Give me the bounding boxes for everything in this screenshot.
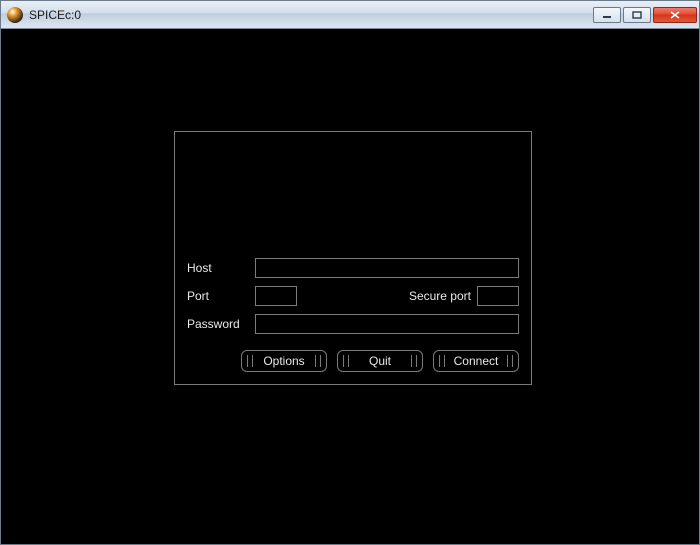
connect-button[interactable]: Connect xyxy=(433,350,519,372)
button-row: Options Quit Connect xyxy=(241,350,519,372)
options-button-label: Options xyxy=(263,354,304,368)
connect-button-label: Connect xyxy=(454,354,499,368)
minimize-button[interactable] xyxy=(593,7,621,23)
port-input[interactable] xyxy=(255,286,297,306)
password-label: Password xyxy=(187,317,255,331)
app-window: SPICEc:0 Host xyxy=(0,0,700,545)
port-row: Port Secure port xyxy=(187,286,519,306)
quit-button[interactable]: Quit xyxy=(337,350,423,372)
host-input[interactable] xyxy=(255,258,519,278)
login-form: Host Port Secure port Password xyxy=(187,258,519,342)
close-button[interactable] xyxy=(653,7,697,23)
host-row: Host xyxy=(187,258,519,278)
port-label: Port xyxy=(187,289,255,303)
quit-button-label: Quit xyxy=(369,354,391,368)
secure-port-label: Secure port xyxy=(409,289,471,303)
host-label: Host xyxy=(187,261,255,275)
secure-port-input[interactable] xyxy=(477,286,519,306)
maximize-icon xyxy=(632,11,642,19)
client-area: Host Port Secure port Password Op xyxy=(1,29,699,544)
app-icon xyxy=(7,7,23,23)
login-panel: Host Port Secure port Password Op xyxy=(174,131,532,385)
close-icon xyxy=(670,11,680,19)
password-row: Password xyxy=(187,314,519,334)
maximize-button[interactable] xyxy=(623,7,651,23)
window-controls xyxy=(593,7,697,23)
window-title: SPICEc:0 xyxy=(29,8,593,22)
options-button[interactable]: Options xyxy=(241,350,327,372)
titlebar: SPICEc:0 xyxy=(1,1,699,29)
minimize-icon xyxy=(602,11,612,19)
password-input[interactable] xyxy=(255,314,519,334)
